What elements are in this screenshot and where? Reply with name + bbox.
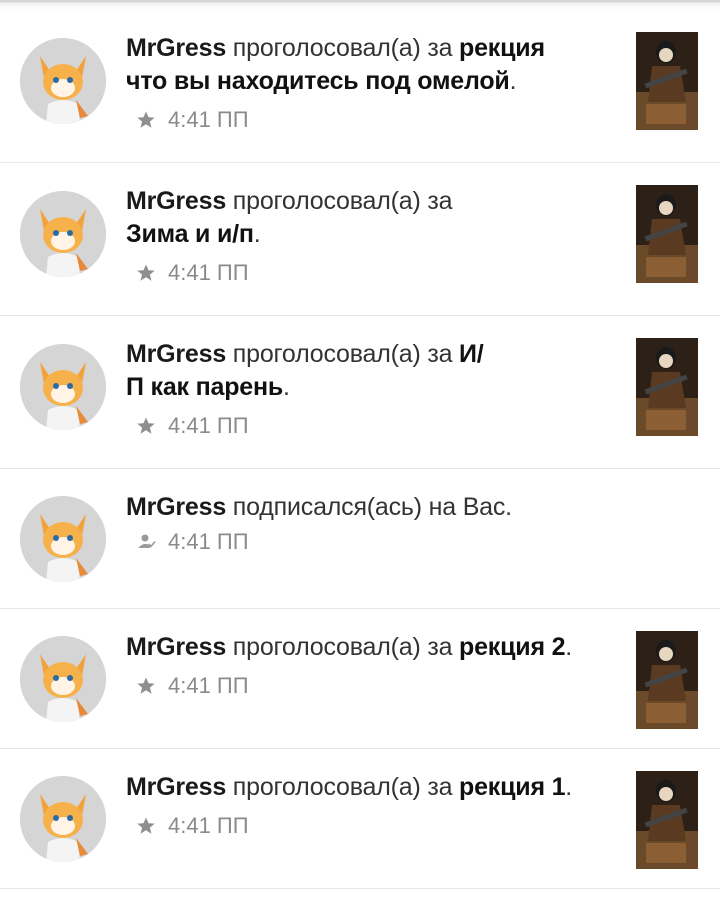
action-text: проголосовал(а) за <box>232 773 453 801</box>
notification-content: MrGress проголосовал(а) за И/П как парен… <box>126 338 620 442</box>
star-icon <box>137 817 155 834</box>
notification-list: MrGress проголосовал(а) за рекция что вы … <box>0 10 720 889</box>
timestamp: 4:41 ПП <box>168 813 249 838</box>
star-icon <box>137 111 155 128</box>
notification-meta: 4:41 ПП <box>126 528 620 558</box>
action-text: проголосовал(а) за <box>232 340 453 368</box>
username-link[interactable]: MrGress <box>126 773 226 801</box>
notification-item[interactable]: MrGress проголосовал(а) за рекция 1. 4:4… <box>0 749 720 889</box>
notification-text: MrGress проголосовал(а) за Зима и и/п. <box>126 187 453 248</box>
username-link[interactable]: MrGress <box>126 633 226 661</box>
user-avatar[interactable] <box>20 636 106 722</box>
notification-content: MrGress проголосовал(а) за Зима и и/п. 4… <box>126 185 620 289</box>
notification-content: MrGress подписался(ась) на Вас. 4:41 ПП <box>126 491 620 558</box>
post-thumbnail[interactable] <box>636 32 698 130</box>
notification-item[interactable]: MrGress подписался(ась) на Вас. 4:41 ПП <box>0 469 720 609</box>
target-link[interactable]: рекция 2 <box>459 633 565 661</box>
star-icon <box>137 417 155 434</box>
user-avatar[interactable] <box>20 496 106 582</box>
notification-text: MrGress проголосовал(а) за И/П как парен… <box>126 340 484 401</box>
action-text: проголосовал(а) за <box>232 187 453 215</box>
notification-text: MrGress подписался(ась) на Вас. <box>126 491 620 524</box>
timestamp: 4:41 ПП <box>168 673 249 698</box>
notification-item[interactable]: MrGress проголосовал(а) за И/П как парен… <box>0 316 720 469</box>
user-avatar[interactable] <box>20 191 106 277</box>
notification-text: MrGress проголосовал(а) за рекция 2. <box>126 633 573 661</box>
username-link[interactable]: MrGress <box>126 34 226 62</box>
timestamp: 4:41 ПП <box>168 260 249 285</box>
user-avatar[interactable] <box>20 776 106 862</box>
notification-meta: 4:41 ПП <box>126 106 620 136</box>
target-link[interactable]: рекция 1 <box>459 773 565 801</box>
notification-meta: 4:41 ПП <box>126 812 620 842</box>
timestamp: 4:41 ПП <box>168 529 249 554</box>
star-icon <box>137 677 155 694</box>
action-text: проголосовал(а) за <box>232 34 453 62</box>
notification-content: MrGress проголосовал(а) за рекция 1. 4:4… <box>126 771 620 842</box>
top-shadow <box>0 0 720 10</box>
action-text: подписался(ась) на Вас. <box>232 493 512 521</box>
follow-icon <box>138 534 156 548</box>
notification-item[interactable]: MrGress проголосовал(а) за рекция что вы … <box>0 10 720 163</box>
notification-text: MrGress проголосовал(а) за рекция 1. <box>126 773 573 801</box>
notification-meta: 4:41 ПП <box>126 259 620 289</box>
post-thumbnail[interactable] <box>636 338 698 436</box>
username-link[interactable]: MrGress <box>126 493 226 521</box>
notification-item[interactable]: MrGress проголосовал(а) за Зима и и/п. 4… <box>0 163 720 316</box>
username-link[interactable]: MrGress <box>126 187 226 215</box>
notification-meta: 4:41 ПП <box>126 412 620 442</box>
notification-meta: 4:41 ПП <box>126 672 620 702</box>
timestamp: 4:41 ПП <box>168 107 249 132</box>
timestamp: 4:41 ПП <box>168 413 249 438</box>
action-text: проголосовал(а) за <box>232 633 453 661</box>
target-link[interactable]: Зима и и/п <box>126 220 254 248</box>
notification-text: MrGress проголосовал(а) за рекция что вы … <box>126 34 545 95</box>
user-avatar[interactable] <box>20 344 106 430</box>
notification-content: MrGress проголосовал(а) за рекция что вы … <box>126 32 620 136</box>
notification-item[interactable]: MrGress проголосовал(а) за рекция 2. 4:4… <box>0 609 720 749</box>
post-thumbnail[interactable] <box>636 185 698 283</box>
star-icon <box>137 264 155 281</box>
username-link[interactable]: MrGress <box>126 340 226 368</box>
user-avatar[interactable] <box>20 38 106 124</box>
post-thumbnail[interactable] <box>636 631 698 729</box>
post-thumbnail[interactable] <box>636 771 698 869</box>
notification-content: MrGress проголосовал(а) за рекция 2. 4:4… <box>126 631 620 702</box>
